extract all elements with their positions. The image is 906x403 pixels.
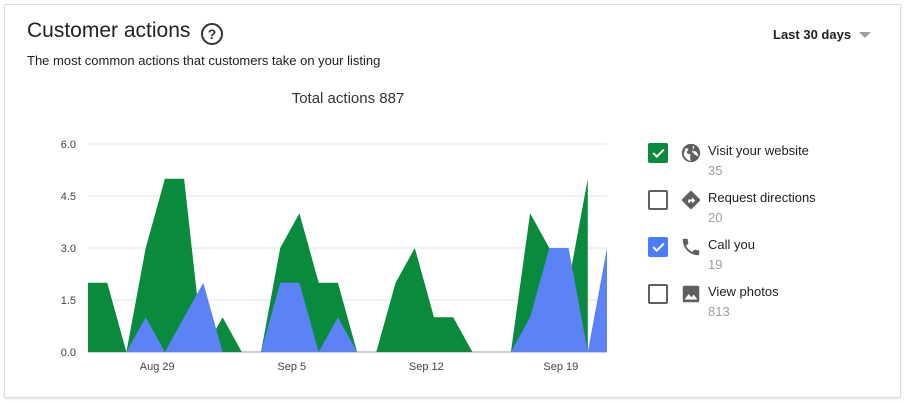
directions-icon — [682, 191, 700, 209]
request-directions-count: 20 — [708, 210, 723, 225]
y-tick-label: 4.5 — [61, 191, 76, 203]
photo-icon — [682, 285, 700, 303]
chart-legend: Visit your website 35 Request directions… — [648, 140, 888, 328]
visit-website-checkbox[interactable] — [648, 143, 668, 163]
call-you-label: Call you — [708, 237, 755, 252]
request-directions-checkbox[interactable] — [648, 190, 668, 210]
visit-website-count: 35 — [708, 163, 723, 178]
x-tick-label: Aug 29 — [140, 361, 175, 373]
chevron-down-icon — [859, 31, 872, 38]
view-photos-label: View photos — [708, 284, 779, 299]
y-tick-label: 1.5 — [61, 295, 76, 307]
help-icon[interactable]: ? — [201, 23, 223, 45]
x-tick-label: Sep 12 — [409, 361, 444, 373]
phone-icon — [682, 238, 700, 256]
legend-item-call-you[interactable]: Call you 19 — [648, 234, 888, 281]
legend-item-request-directions[interactable]: Request directions 20 — [648, 187, 888, 234]
card-subtitle: The most common actions that customers t… — [27, 53, 381, 68]
y-tick-label: 3.0 — [61, 243, 76, 255]
card-title: Customer actions — [27, 19, 191, 42]
customer-actions-chart: 0.0 1.5 3.0 4.5 6.0 Aug 29 Sep 5 Sep 12 Sep 19 — [61, 139, 607, 373]
date-range-label: Last 30 days — [773, 27, 852, 42]
request-directions-label: Request directions — [708, 190, 816, 205]
call-you-count: 19 — [708, 257, 723, 272]
globe-icon — [681, 143, 701, 163]
legend-item-visit-website[interactable]: Visit your website 35 — [648, 140, 888, 187]
x-tick-label: Sep 19 — [543, 361, 578, 373]
call-you-checkbox[interactable] — [648, 237, 668, 257]
x-tick-label: Sep 5 — [277, 361, 306, 373]
legend-item-view-photos[interactable]: View photos 813 — [648, 281, 888, 328]
date-range-dropdown[interactable]: Last 30 days — [773, 27, 872, 42]
total-actions-label: Total actions 887 — [291, 90, 405, 107]
view-photos-count: 813 — [708, 304, 730, 319]
visit-website-label: Visit your website — [708, 143, 809, 158]
y-tick-label: 0.0 — [61, 347, 76, 359]
y-tick-label: 6.0 — [61, 139, 76, 151]
view-photos-checkbox[interactable] — [648, 284, 668, 304]
